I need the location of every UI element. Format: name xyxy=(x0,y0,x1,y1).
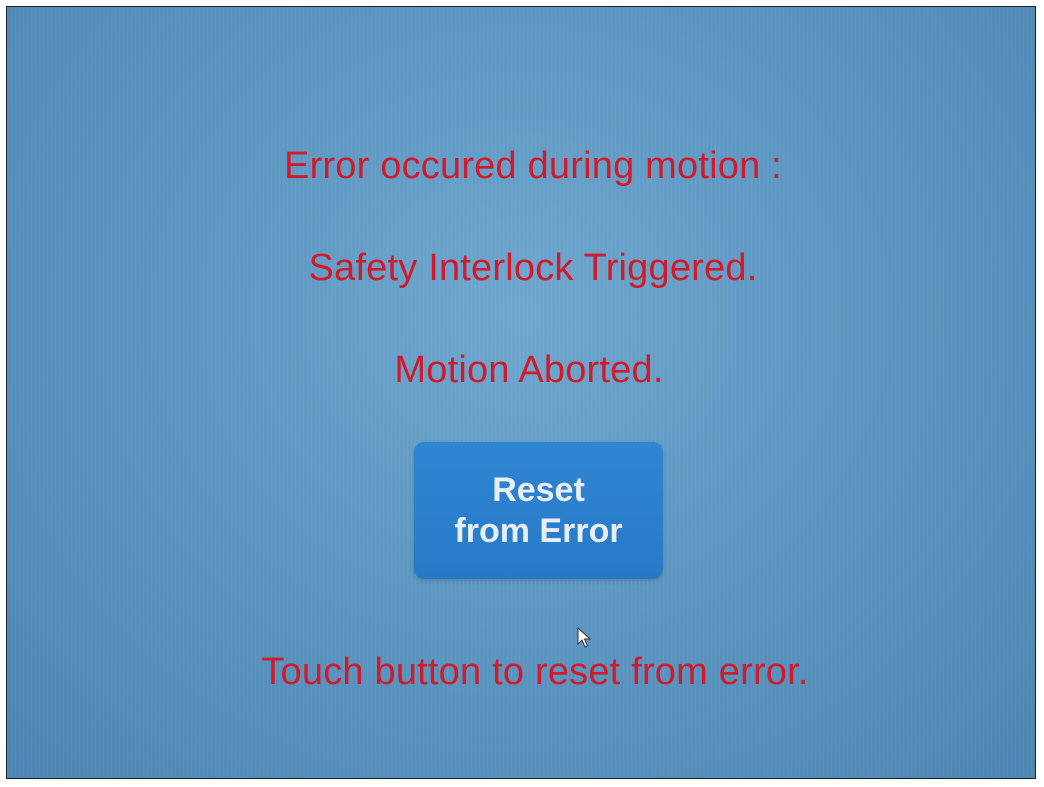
error-screen: Error occured during motion : Safety Int… xyxy=(7,7,1035,778)
mouse-pointer-icon xyxy=(577,627,591,648)
error-reason: Safety Interlock Triggered. xyxy=(308,247,758,289)
photo-frame: Error occured during motion : Safety Int… xyxy=(6,6,1036,779)
error-status: Motion Aborted. xyxy=(394,349,664,391)
reset-button-label-line2: from Error xyxy=(454,511,623,550)
instruction-text: Touch button to reset from error. xyxy=(261,651,809,693)
reset-button-label-line1: Reset xyxy=(492,470,585,509)
error-heading: Error occured during motion : xyxy=(284,145,782,187)
reset-from-error-button[interactable]: Reset from Error xyxy=(414,442,663,579)
